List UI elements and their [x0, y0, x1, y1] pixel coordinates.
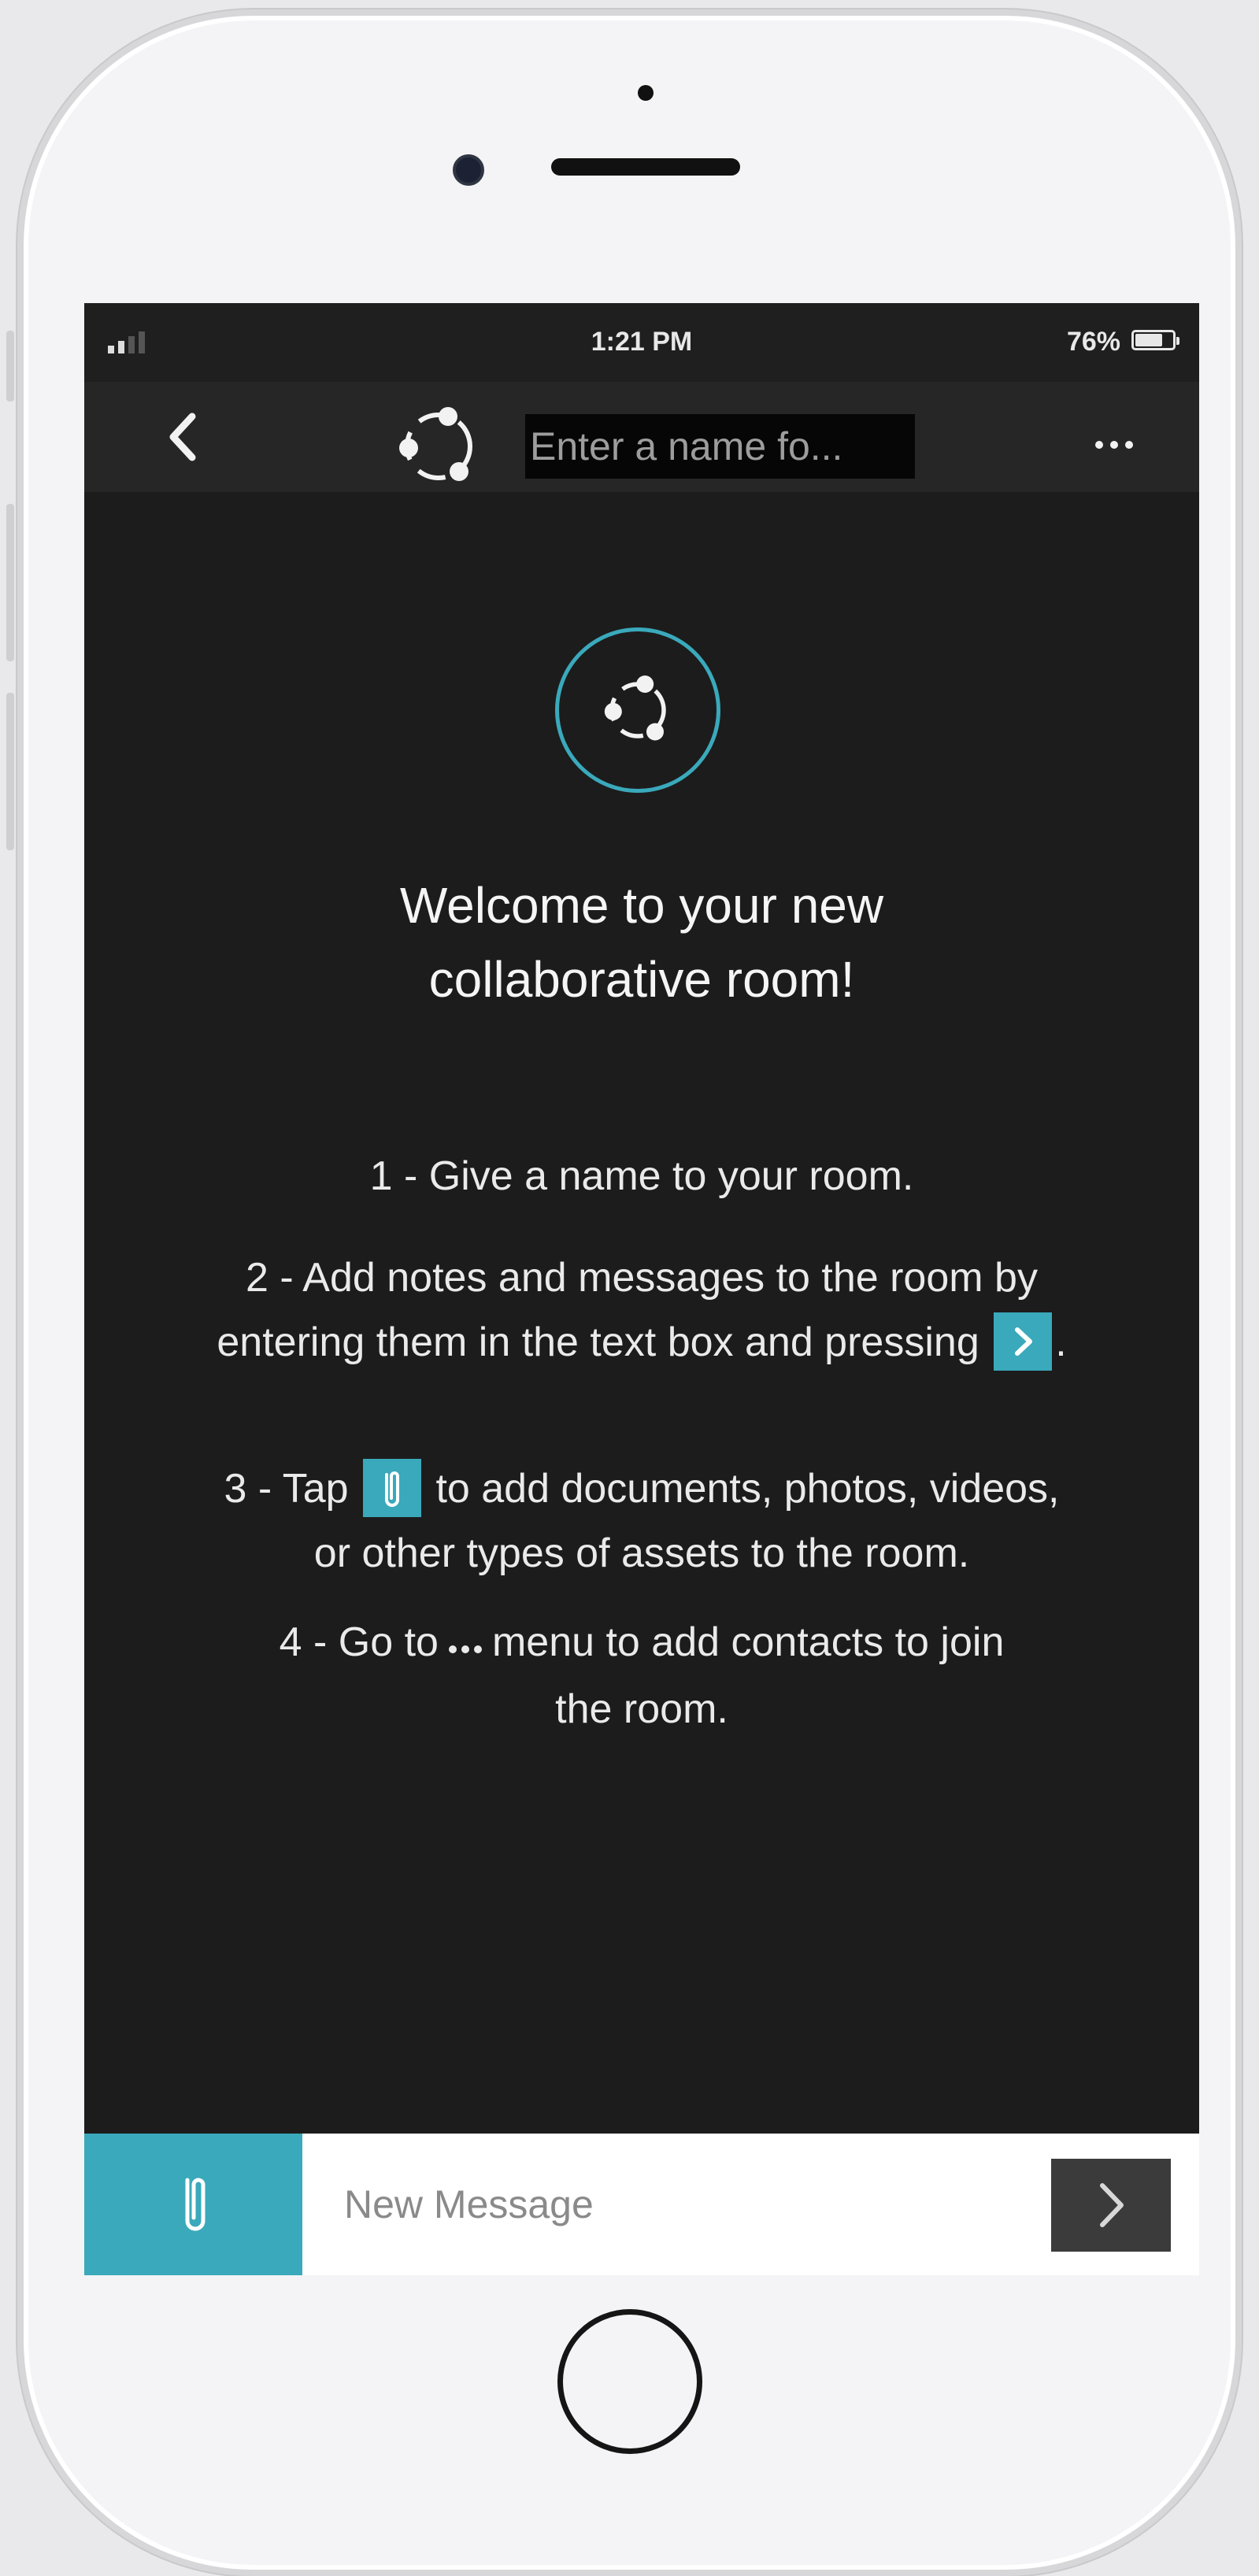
step-4-line2: the room.: [555, 1686, 728, 1733]
step-3-line1: 3 - Tap to add documents, photos, videos…: [84, 1456, 1199, 1521]
step-4-text-b: menu to add contacts to join: [491, 1619, 1005, 1665]
collaboration-room-icon: [399, 407, 472, 481]
collaboration-room-icon: [604, 675, 666, 741]
step-2-text-a: entering them in the text box and pressi…: [217, 1319, 979, 1365]
step-3-text-a: 3 - Tap: [224, 1466, 349, 1512]
attach-button[interactable]: [84, 2134, 302, 2275]
volume-up-button: [6, 504, 14, 661]
attach-hint-icon: [362, 1459, 421, 1518]
battery-percent: 76%: [1066, 327, 1120, 357]
ellipsis-hint-icon: [446, 1608, 484, 1672]
app-screen: 1:21 PM 76% Welco: [84, 303, 1199, 2275]
step-2-line2: entering them in the text box and pressi…: [84, 1310, 1199, 1375]
earpiece-speaker: [551, 158, 740, 176]
mute-switch: [6, 331, 14, 402]
front-sensor: [638, 85, 654, 101]
step-3-text-b: to add documents, photos, videos,: [435, 1466, 1060, 1512]
status-bar: 1:21 PM 76%: [84, 303, 1199, 382]
step-1: 1 - Give a name to your room.: [369, 1153, 914, 1199]
chevron-right-icon: [1100, 2183, 1124, 2227]
nav-bar: [84, 382, 1199, 492]
step-3: 3 - Tap to add documents, photos, videos…: [84, 1456, 1199, 1586]
message-composer: [84, 2134, 1199, 2275]
step-4-text-a: 4 - Go to: [279, 1619, 439, 1665]
step-2: 2 - Add notes and messages to the room b…: [84, 1245, 1199, 1375]
welcome-title-line1: Welcome to your new: [399, 877, 884, 934]
send-button[interactable]: [1051, 2159, 1171, 2252]
more-menu-button[interactable]: [1083, 429, 1146, 461]
welcome-title: Welcome to your new collaborative room!: [169, 868, 1114, 1016]
chevron-left-icon: [169, 413, 196, 461]
step-2-line1: 2 - Add notes and messages to the room b…: [246, 1255, 1038, 1301]
ellipsis-icon: [1095, 441, 1103, 449]
paperclip-icon: [185, 2178, 205, 2231]
step-2-text-b: .: [1055, 1319, 1067, 1365]
front-camera: [453, 154, 484, 186]
send-hint-icon: [994, 1312, 1053, 1371]
status-time: 1:21 PM: [591, 327, 693, 357]
battery-icon: [1131, 330, 1179, 350]
step-4: 4 - Go to menu to add contacts to join th…: [84, 1610, 1199, 1741]
step-4-line1: 4 - Go to menu to add contacts to join: [84, 1610, 1199, 1677]
step-3-line2: or other types of assets to the room.: [313, 1530, 970, 1576]
home-button[interactable]: [557, 2309, 702, 2454]
volume-down-button: [6, 693, 14, 850]
message-input[interactable]: [313, 2161, 958, 2248]
room-name-input[interactable]: [525, 414, 915, 479]
welcome-title-line2: collaborative room!: [428, 951, 855, 1008]
back-button[interactable]: [143, 398, 222, 476]
room-logo: [555, 627, 720, 793]
